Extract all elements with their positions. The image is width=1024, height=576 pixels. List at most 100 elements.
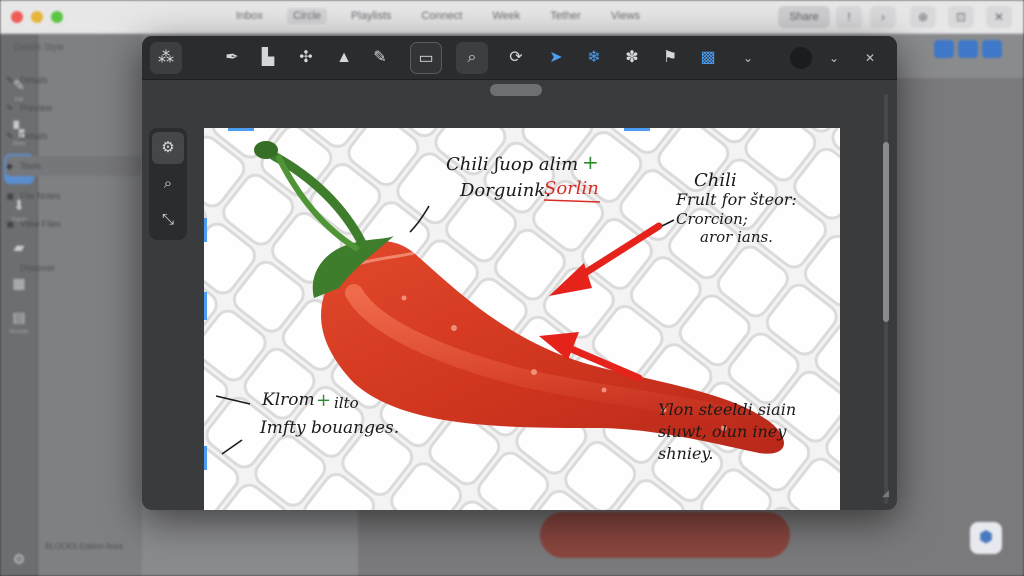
zoom-window-button[interactable] <box>51 11 63 23</box>
flag-tool-button[interactable]: ⚑ <box>654 42 686 74</box>
background-chili-shape <box>540 512 790 558</box>
stamp-tool-button[interactable]: ▙ <box>252 42 284 74</box>
search-tool-button[interactable]: ⌕ <box>456 42 488 74</box>
rotate-tool-button[interactable]: ⟳ <box>500 42 532 74</box>
background-titlebar: Inbox Circle Playlists Connect Week Teth… <box>0 0 1024 34</box>
rail-records[interactable]: ▤ Records <box>4 304 34 335</box>
annotation-title: Chili ʃuop alim <box>446 154 579 175</box>
pencil-icon: ✎ <box>6 131 14 141</box>
scrollbar-thumb[interactable] <box>883 142 889 322</box>
annotation-right-note: Chili <box>694 170 737 191</box>
stamp-icon: ▙ <box>261 49 275 66</box>
app-badge-icon[interactable]: ⬢ <box>970 522 1002 554</box>
editor-toolbar: ⁂ ✒ ▙ ✣ ▲ ✎ ▭ ⌕ ⟳ ➤ ❄ ✽ ⚑ ▩ ⌄ ⌄ ✕ <box>142 36 897 80</box>
selection-handle[interactable] <box>204 292 207 320</box>
close-icon[interactable]: ✕ <box>986 6 1012 28</box>
flag-icon: ⚑ <box>662 49 678 66</box>
color-well[interactable] <box>790 47 812 69</box>
sidebar-item[interactable]: ▣ View Files <box>6 214 142 234</box>
sidebar-footer: BLOCKS Edition Area <box>45 542 123 551</box>
tab-week[interactable]: Week <box>486 8 526 24</box>
tab-tether[interactable]: Tether <box>544 8 587 24</box>
sidebar-item[interactable]: Discover <box>6 258 142 278</box>
sidebar-item[interactable]: ✎ Details <box>6 126 142 146</box>
snowflake-tool-button[interactable]: ❄ <box>578 42 610 74</box>
transform-tool-button[interactable]: ⤡ <box>152 204 184 236</box>
selection-handle[interactable] <box>204 218 207 242</box>
annotation-right-note: aror ians. <box>700 228 773 246</box>
annotation-left-note: Imfty bouanges. <box>260 418 400 438</box>
tab-inbox[interactable]: Inbox <box>230 8 269 24</box>
rail-caption: Records <box>9 329 29 335</box>
pencil-icon: ✎ <box>6 75 14 85</box>
zoom-tool-button[interactable]: ⌕ <box>152 168 184 200</box>
more-tools-button[interactable]: ⌄ <box>732 42 764 74</box>
tag-icon: ▰ <box>13 239 25 255</box>
eraser-tool-button[interactable]: ✎ <box>364 42 396 74</box>
sidebar-item-label: Discover <box>20 263 56 273</box>
action-button[interactable] <box>958 40 978 58</box>
transform-icon: ⤡ <box>161 211 174 228</box>
selection-handle[interactable] <box>204 446 207 470</box>
close-panel-button[interactable]: ✕ <box>854 42 886 74</box>
bug-tool-button[interactable]: ✽ <box>616 42 648 74</box>
pen-tool-button[interactable]: ✒ <box>216 42 248 74</box>
sidebar-item-label: File Notes <box>20 191 61 201</box>
selection-handle[interactable] <box>624 128 650 131</box>
sidebar-item[interactable]: ◆ Tools <box>6 156 142 176</box>
sidebar-item-label: Tools <box>20 161 42 171</box>
pen-icon: ✒ <box>225 49 239 66</box>
annotation-left-note: ilto <box>334 394 359 412</box>
document-icon: ▤ <box>12 309 26 325</box>
magnifier-icon: ⌕ <box>163 175 173 192</box>
tab-connect[interactable]: Connect <box>415 8 468 24</box>
bug-icon: ✽ <box>625 49 639 66</box>
options-dropdown[interactable]: ⌄ <box>818 42 850 74</box>
image-canvas[interactable]: Chili ʃuop alim + Dorguink. Sorlin Chili… <box>204 128 840 510</box>
tab-playlists[interactable]: Playlists <box>345 8 397 24</box>
snowflake-icon: ❄ <box>587 49 601 66</box>
resize-grip-icon[interactable]: ◢ <box>882 488 894 500</box>
layers-tool-button[interactable]: ⁂ <box>150 42 182 74</box>
folder-tool-button[interactable]: ▭ <box>410 42 442 74</box>
crop-tool-button[interactable]: ✣ <box>290 42 322 74</box>
rotate-icon: ⟳ <box>509 49 523 66</box>
action-button[interactable] <box>934 40 954 58</box>
eraser-icon: ✎ <box>373 49 387 66</box>
folder-icon: ▣ <box>6 219 15 229</box>
rail-settings[interactable]: ⚙ <box>4 546 34 576</box>
side-toolbox: ⚙ ⌕ ⤡ <box>149 128 187 240</box>
tab-views[interactable]: Views <box>605 8 646 24</box>
alert-button[interactable]: ! <box>836 6 862 28</box>
forward-button[interactable]: › <box>870 6 896 28</box>
chevron-down-icon: ⌄ <box>742 51 754 65</box>
tab-circle[interactable]: Circle <box>286 8 328 24</box>
palette-icon: ▩ <box>700 49 716 66</box>
minimize-window-button[interactable] <box>31 11 43 23</box>
annotation-right-note: Frult for šteor: <box>676 190 797 209</box>
globe-button[interactable]: ⊕ <box>910 6 936 28</box>
select-tool-button[interactable]: ➤ <box>540 42 572 74</box>
settings-tool-button[interactable]: ⚙ <box>152 132 184 164</box>
sidebar-item[interactable]: ✎ Details <box>6 70 142 90</box>
chevron-down-icon: ⌄ <box>828 51 840 65</box>
selection-handle[interactable] <box>228 128 254 131</box>
sidebar-item[interactable]: ▣ File Notes <box>6 186 142 206</box>
cursor-icon: ➤ <box>549 49 563 66</box>
arrow-up-tool-button[interactable]: ▲ <box>328 42 360 74</box>
sidebar-item-label: Preview <box>20 103 53 113</box>
sidebar-item[interactable]: ✎ Preview <box>6 98 142 118</box>
action-button[interactable] <box>982 40 1002 58</box>
gear-icon: ⚙ <box>12 551 26 567</box>
vertical-scrollbar[interactable] <box>882 94 890 504</box>
crop-icon: ✣ <box>299 49 313 66</box>
layers-icon: ⁂ <box>158 49 174 66</box>
annotation-plus: + <box>316 390 332 411</box>
sidebar-item-label: Details <box>20 131 48 141</box>
window-button[interactable]: ⊡ <box>948 6 974 28</box>
close-window-button[interactable] <box>11 11 23 23</box>
drag-handle[interactable] <box>490 84 542 96</box>
share-button[interactable]: Share <box>778 6 830 28</box>
palette-tool-button[interactable]: ▩ <box>692 42 724 74</box>
annotation-left-note: Klrom <box>262 390 315 410</box>
